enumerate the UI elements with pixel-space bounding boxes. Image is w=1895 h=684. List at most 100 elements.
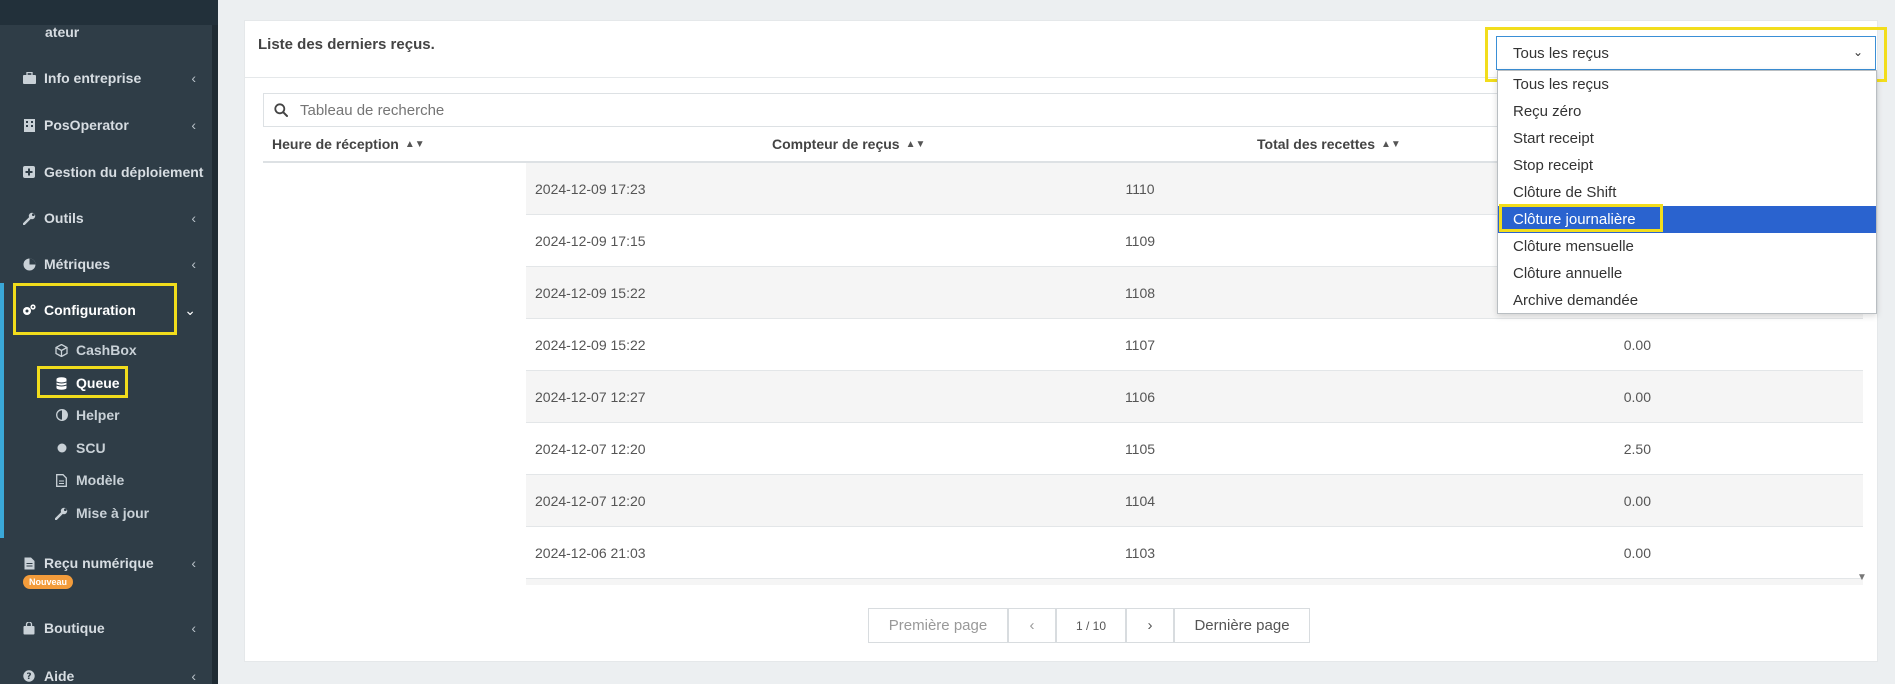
half-circle-icon (55, 409, 68, 422)
sidebar-item-outils[interactable]: Outils ‹ (0, 200, 210, 236)
svg-text:?: ? (26, 672, 31, 682)
next-page-button[interactable]: › (1126, 608, 1174, 643)
sidebar-item-label: Boutique (44, 620, 105, 636)
sidebar-item-label: Info entreprise (44, 70, 142, 86)
table-scroll-down-icon[interactable]: ▼ (1857, 572, 1867, 583)
plus-square-icon (22, 165, 36, 179)
wrench-icon (55, 507, 68, 520)
sidebar-item-configuration[interactable]: Configuration ⌄ (0, 292, 210, 328)
prev-page-button[interactable]: ‹ (1008, 608, 1056, 643)
cell-total: 0.00 (1623, 545, 1651, 561)
sidebar-item-label: Outils (44, 210, 84, 226)
sidebar-subitem-queue[interactable]: Queue (0, 369, 210, 397)
sort-icon: ▲▼ (404, 138, 425, 150)
chevron-down-icon: ⌄ (1852, 45, 1863, 59)
sidebar-item-metriques[interactable]: Métriques ‹ (0, 246, 210, 282)
sidebar-item-gestion-deploiement[interactable]: Gestion du déploiement (0, 154, 210, 190)
dropdown-option[interactable]: Clôture annuelle (1498, 260, 1876, 287)
dropdown-option[interactable]: Archive demandée (1498, 287, 1876, 314)
sidebar-item-info-entreprise[interactable]: Info entreprise ‹ (0, 60, 210, 96)
sidebar-subitem-label: SCU (76, 440, 106, 456)
receipt-type-select[interactable]: Tous les reçus ⌄ (1496, 36, 1876, 70)
chevron-down-icon: ⌄ (184, 301, 196, 318)
cell-time: 2024-12-06 21:03 (535, 545, 646, 561)
cell-total: 0.00 (1623, 493, 1651, 509)
cell-time: 2024-12-09 15:22 (535, 337, 646, 353)
sidebar-item-posoperator[interactable]: PosOperator ‹ (0, 107, 210, 143)
chevron-left-icon: ‹ (191, 210, 196, 226)
sidebar-item-aide[interactable]: ? Aide ‹ (0, 658, 210, 684)
cell-count: 1103 (1124, 545, 1156, 561)
dropdown-option[interactable]: Clôture de Shift (1498, 179, 1876, 206)
sidebar-scrollbar[interactable] (212, 25, 218, 684)
table-row: 2024-12-07 12:20 1104 0.00 ft44f# (526, 475, 1863, 527)
sort-icon: ▲▼ (905, 138, 926, 150)
briefcase-icon (22, 71, 36, 85)
cell-total: 0.00 (1623, 389, 1651, 405)
receipt-type-dropdown: Tous les reçus Reçu zéro Start receipt S… (1497, 70, 1877, 314)
sidebar-subitem-mise-a-jour[interactable]: Mise à jour (0, 499, 210, 527)
building-icon (22, 118, 36, 132)
shopping-bag-icon (22, 621, 36, 635)
table-row: 2024-12-07 12:27 1106 0.00 ft451# (526, 371, 1863, 423)
column-header-count[interactable]: Compteur de reçus ▲▼ (772, 136, 925, 152)
sidebar-subitem-label: Helper (76, 407, 120, 423)
sidebar-subitem-label: Modèle (76, 472, 125, 488)
sidebar-item-label: Reçu numérique (44, 555, 154, 571)
column-header-time[interactable]: Heure de réception ▲▼ (272, 136, 425, 152)
dropdown-option[interactable]: Tous les reçus (1498, 71, 1876, 98)
sidebar-subitem-cashbox[interactable]: CashBox (0, 336, 210, 364)
sidebar-subitem-label: CashBox (76, 342, 137, 358)
search-icon (274, 103, 290, 117)
sidebar-subitem-scu[interactable]: SCU (0, 434, 210, 462)
column-header-label: Compteur de reçus (772, 136, 900, 152)
cell-total: 0.00 (1623, 337, 1651, 353)
column-header-label: Total des recettes (1257, 136, 1376, 152)
last-page-button[interactable]: Dernière page (1174, 608, 1310, 643)
wrench-icon (22, 211, 36, 225)
chevron-left-icon: ‹ (191, 70, 196, 86)
dropdown-option[interactable]: Reçu zéro (1498, 98, 1876, 125)
first-page-button[interactable]: Première page (868, 608, 1008, 643)
sidebar-item-label: Configuration (44, 302, 136, 318)
column-header-total[interactable]: Total des recettes ▲▼ (1257, 136, 1401, 152)
cell-time: 2024-12-07 12:20 (535, 441, 646, 457)
cell-time: 2024-12-09 17:15 (535, 233, 646, 249)
card-title: Liste des derniers reçus. (258, 36, 435, 53)
sidebar-item-boutique[interactable]: Boutique ‹ (0, 610, 210, 646)
column-header-label: Heure de réception (272, 136, 399, 152)
file-text-icon (22, 556, 36, 570)
dropdown-option[interactable]: Start receipt (1498, 125, 1876, 152)
table-row: 2024-12-09 15:22 1107 0.00 ft452# (526, 319, 1863, 371)
cube-icon (55, 343, 68, 357)
chevron-left-icon: ‹ (191, 117, 196, 133)
cell-time: 2024-12-09 17:23 (535, 181, 646, 197)
database-icon (55, 376, 68, 390)
cell-count: 1106 (1124, 389, 1156, 405)
sidebar-truncated-item[interactable]: ateur (45, 24, 79, 40)
cell-count: 1110 (1125, 181, 1155, 197)
cell-time: 2024-12-09 15:22 (535, 285, 646, 301)
sidebar-item-label: Métriques (44, 256, 111, 272)
search-box (263, 93, 1503, 127)
sidebar-item-label: Aide (44, 668, 75, 684)
cell-count: 1107 (1124, 337, 1156, 353)
sidebar-subitem-modele[interactable]: Modèle (0, 466, 210, 494)
search-input[interactable] (300, 101, 1450, 119)
sidebar-item-label: Gestion du déploiement (44, 164, 204, 180)
cell-count: 1105 (1124, 441, 1156, 457)
file-icon (55, 473, 68, 487)
table-row (526, 579, 1863, 585)
dropdown-option-selected[interactable]: Clôture journalière (1498, 206, 1876, 233)
sidebar-subitem-helper[interactable]: Helper (0, 401, 210, 429)
select-value: Tous les reçus (1513, 44, 1609, 62)
dropdown-option[interactable]: Clôture mensuelle (1498, 233, 1876, 260)
sidebar: ateur Info entreprise ‹ PosOperator ‹ Ge… (0, 0, 218, 684)
dropdown-option[interactable]: Stop receipt (1498, 152, 1876, 179)
cell-time: 2024-12-07 12:20 (535, 493, 646, 509)
circle-icon (55, 442, 68, 455)
sidebar-top-strip (0, 0, 218, 25)
sidebar-item-label: PosOperator (44, 117, 129, 133)
page-indicator: 1 / 10 (1056, 608, 1126, 643)
cell-count: 1108 (1124, 285, 1156, 301)
